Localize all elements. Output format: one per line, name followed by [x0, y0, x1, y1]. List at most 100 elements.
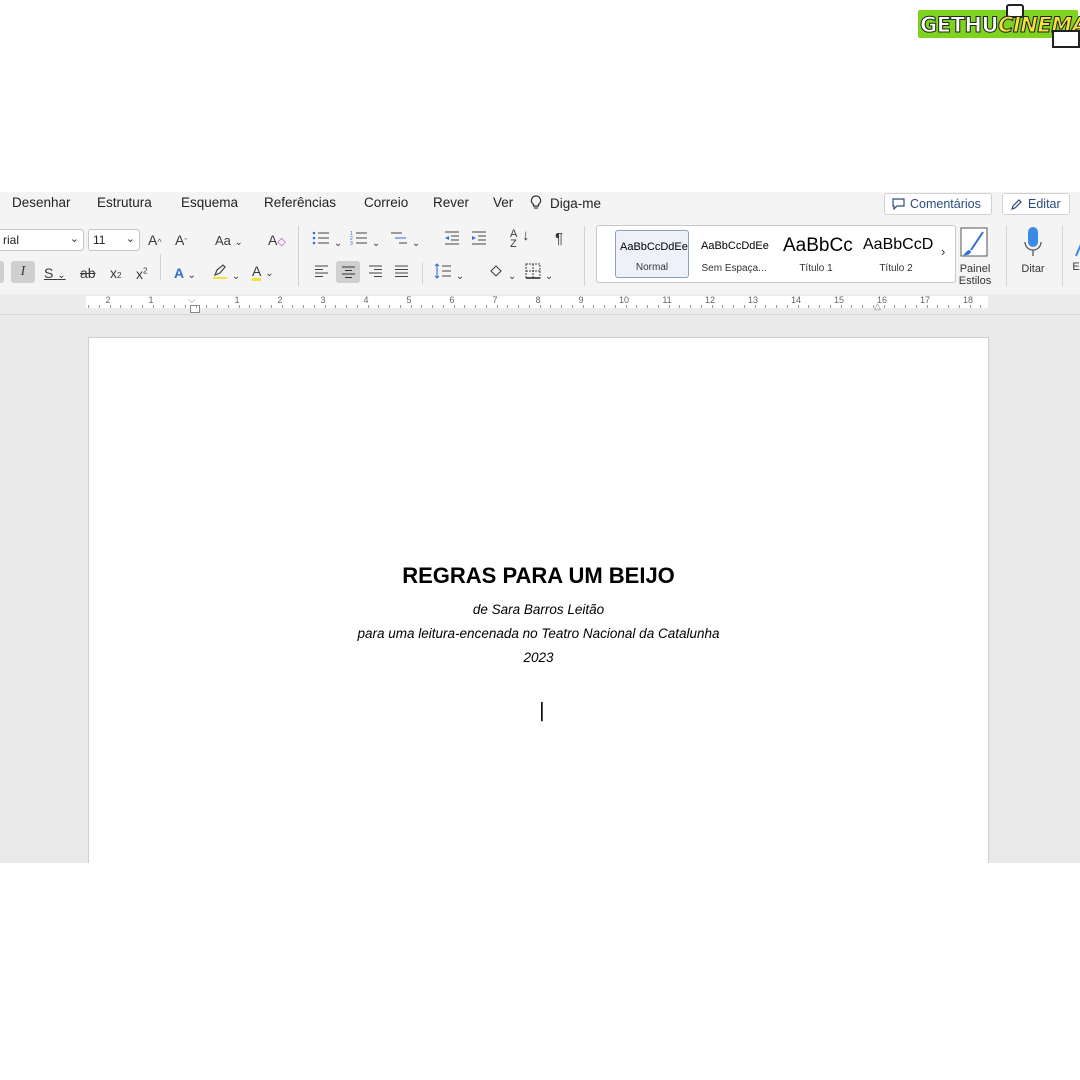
chevron-down-icon: ⌄: [69, 233, 79, 245]
superscript-button[interactable]: x2: [136, 262, 147, 283]
justify-icon: [395, 265, 408, 277]
edit-button[interactable]: Editar: [1002, 193, 1070, 215]
tab-correio[interactable]: Correio: [364, 195, 408, 210]
tab-estrutura[interactable]: Estrutura: [97, 195, 152, 210]
document-page[interactable]: [88, 337, 989, 863]
tab-ver[interactable]: Ver: [493, 195, 513, 210]
show-formatting-button[interactable]: ¶: [555, 230, 563, 248]
align-left-button[interactable]: [314, 264, 329, 282]
numbering-button[interactable]: 123 ⌄: [350, 230, 380, 253]
svg-text:3: 3: [350, 241, 353, 246]
document-subtitle-line[interactable]: para uma leitura-encenada no Teatro Naci…: [88, 626, 989, 641]
ruler-tick: [432, 305, 433, 308]
subscript-button[interactable]: x2: [110, 264, 121, 285]
ruler-tick: [206, 305, 207, 308]
ruler-tick: [927, 305, 928, 308]
change-case-button[interactable]: Aa ⌄: [215, 232, 243, 252]
ruler-tick: [712, 305, 713, 308]
comments-button[interactable]: Comentários: [884, 193, 992, 215]
tell-me-search[interactable]: Diga-me: [530, 195, 601, 211]
ruler-number: 18: [962, 295, 974, 305]
chevron-right-icon[interactable]: ›: [941, 244, 945, 259]
ruler-tick: [303, 305, 304, 308]
ruler-tick: [733, 305, 734, 308]
tab-referencias[interactable]: Referências: [264, 195, 336, 210]
ruler-number: 12: [704, 295, 716, 305]
style-heading-2[interactable]: AaBbCcD Título 2: [859, 230, 933, 278]
style-no-spacing[interactable]: AaBbCcDdEe Sem Espaça...: [697, 230, 771, 278]
text-cursor: |: [539, 700, 545, 722]
ruler-number: 4: [363, 295, 369, 305]
ruler-number: 13: [747, 295, 759, 305]
style-normal[interactable]: AaBbCcDdEe Normal: [615, 230, 689, 278]
ruler-tick: [454, 305, 455, 308]
text-effects-button[interactable]: A ⌄: [174, 264, 196, 285]
justify-button[interactable]: [394, 264, 409, 282]
ruler-tick: [389, 305, 390, 308]
multilevel-list-button[interactable]: ⌄: [390, 230, 420, 253]
indent-icon: [472, 231, 486, 245]
line-spacing-button[interactable]: ⌄: [434, 263, 464, 286]
left-indent-marker[interactable]: [190, 305, 200, 313]
tab-esquema[interactable]: Esquema: [181, 195, 238, 210]
style-sample: AaBbCc: [783, 235, 853, 256]
dictate-label: Ditar: [1021, 263, 1045, 275]
tab-rever[interactable]: Rever: [433, 195, 469, 210]
italic-button[interactable]: I: [11, 261, 35, 283]
underline-button[interactable]: S ⌄: [44, 264, 66, 285]
highlighter-icon: [213, 264, 227, 279]
ruler-tick: [540, 305, 541, 308]
ruler-tick: [701, 305, 702, 308]
editor-icon: [1075, 244, 1080, 257]
font-size-value: 11: [93, 233, 106, 247]
strikethrough-icon: ab: [80, 265, 96, 281]
ruler-tick: [400, 305, 401, 308]
ruler-tick: [583, 305, 584, 308]
horizontal-ruler[interactable]: ⌵ △ 2 1 1 2 3 4 5 6 7 8 9 10 11 12 13 14 15 16 17 18: [0, 294, 1080, 315]
styles-pane-button[interactable]: Painel Estilos: [956, 226, 994, 287]
sort-button[interactable]: A Z ↓: [510, 228, 530, 250]
ruler-tick: [507, 305, 508, 308]
ruler-tick: [88, 305, 89, 308]
ruler-number: 14: [790, 295, 802, 305]
microphone-icon: [1024, 227, 1042, 256]
clear-formatting-button[interactable]: A◇: [268, 231, 286, 251]
ruler-tick: [174, 305, 175, 308]
shrink-font-button[interactable]: Aˇ: [175, 231, 187, 251]
styles-pane-label-1: Painel: [959, 263, 991, 275]
tab-desenhar[interactable]: Desenhar: [12, 195, 71, 210]
grow-font-button[interactable]: A^: [148, 231, 162, 251]
ruler-tick: [443, 305, 444, 308]
increase-indent-button[interactable]: [471, 230, 487, 250]
ruler-tick: [604, 305, 605, 308]
style-sample: AaBbCcDdEe: [620, 241, 688, 253]
ruler-tick: [669, 305, 670, 308]
font-name-combo[interactable]: rial ⌄: [0, 229, 84, 251]
style-name: Normal: [635, 262, 669, 273]
document-author-line[interactable]: de Sara Barros Leitão: [88, 602, 989, 617]
decrease-indent-button[interactable]: [444, 230, 460, 250]
styles-pane-icon: [960, 227, 988, 257]
font-color-button[interactable]: A ⌄: [252, 262, 274, 283]
highlight-color-button[interactable]: ⌄: [212, 263, 240, 286]
ruler-tick: [357, 305, 358, 308]
align-right-button[interactable]: [368, 264, 383, 282]
ruler-tick: [282, 305, 283, 308]
ruler-tick: [185, 305, 186, 308]
bullets-button[interactable]: ⌄: [312, 230, 342, 253]
document-title[interactable]: REGRAS PARA UM BEIJO: [88, 563, 989, 589]
align-center-button[interactable]: [336, 261, 360, 283]
document-year-line[interactable]: 2023: [88, 650, 989, 665]
style-heading-1[interactable]: AaBbCc Título 1: [779, 230, 853, 278]
ruler-tick: [615, 305, 616, 308]
editor-button[interactable]: E: [1070, 238, 1080, 273]
font-size-combo[interactable]: 11 ⌄: [88, 229, 140, 251]
ruler-tick: [497, 305, 498, 308]
watermark-logo: GETHUCINEMA: [916, 4, 1080, 48]
shading-button[interactable]: ⌄: [488, 263, 516, 286]
ruler-tick: [937, 305, 938, 308]
strikethrough-button[interactable]: ab: [80, 264, 96, 282]
borders-button[interactable]: ⌄: [525, 263, 553, 286]
bold-button[interactable]: [0, 261, 4, 283]
dictate-button[interactable]: Ditar: [1014, 226, 1052, 275]
